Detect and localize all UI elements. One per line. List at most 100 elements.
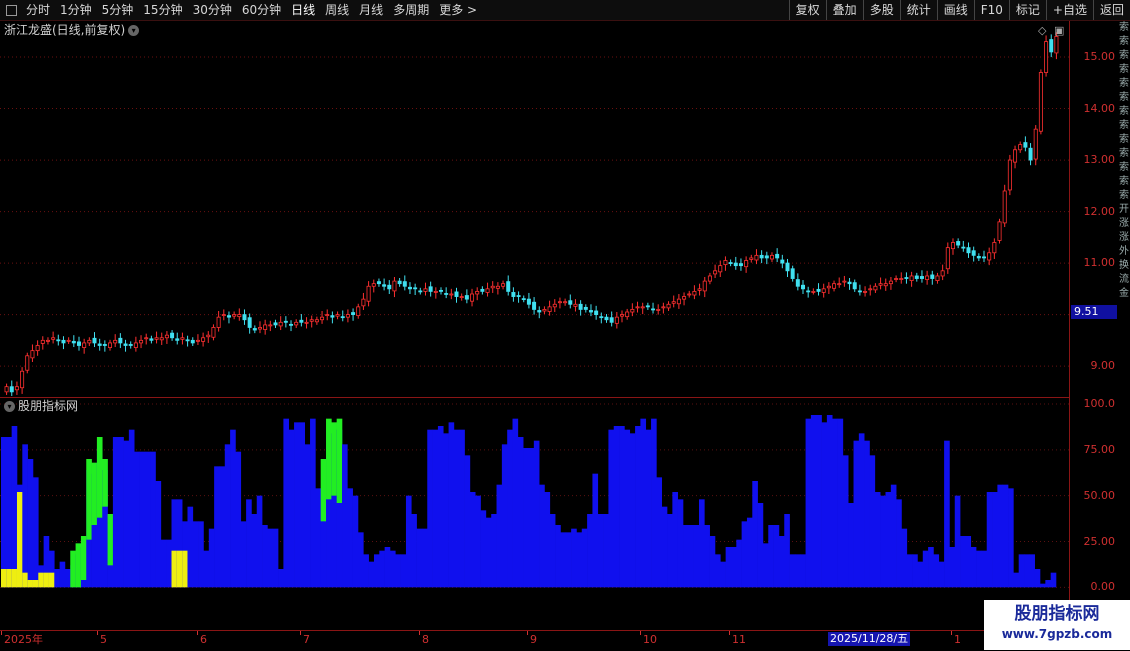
indicator-bar-yellow bbox=[27, 580, 34, 588]
candle-body bbox=[620, 314, 625, 317]
candle-body bbox=[785, 262, 790, 272]
indicator-bar-blue bbox=[778, 536, 785, 588]
candle-body bbox=[61, 339, 66, 344]
diamond-icon[interactable]: ◇ bbox=[1038, 24, 1046, 37]
toolbar-button-2[interactable]: 多股 bbox=[862, 0, 900, 20]
candle-body bbox=[516, 295, 521, 297]
layout-toggle-icon[interactable] bbox=[6, 4, 17, 16]
indicator-bar-blue bbox=[469, 492, 476, 588]
period-tab-1[interactable]: 1分钟 bbox=[55, 0, 97, 20]
window-icon[interactable]: ▣ bbox=[1054, 24, 1064, 37]
period-tab-4[interactable]: 30分钟 bbox=[188, 0, 237, 20]
toolbar-button-6[interactable]: 标记 bbox=[1008, 0, 1046, 20]
period-tab-5[interactable]: 60分钟 bbox=[237, 0, 286, 20]
candle-body bbox=[175, 338, 180, 341]
candle-body bbox=[811, 291, 816, 293]
price-y-axis: 15.0014.0013.0012.0011.0010.009.00100.07… bbox=[1071, 21, 1119, 630]
indicator-bar-blue bbox=[32, 477, 39, 588]
indicator-bar-blue bbox=[565, 532, 572, 588]
candle-body bbox=[128, 344, 133, 346]
indicator-bar-blue bbox=[379, 550, 385, 588]
indicator-bar-chart[interactable] bbox=[0, 398, 1069, 630]
indicator-bar-blue bbox=[922, 550, 929, 588]
indicator-bar-yellow bbox=[22, 572, 28, 588]
chevron-down-icon[interactable]: ▾ bbox=[4, 401, 15, 412]
side-strip-glyph: 开 bbox=[1119, 204, 1129, 215]
indicator-bar-blue bbox=[640, 418, 647, 588]
candle-body bbox=[832, 283, 837, 289]
indicator-bar-green bbox=[102, 459, 108, 507]
indicator-bar-blue bbox=[389, 550, 396, 588]
period-tab-7[interactable]: 周线 bbox=[320, 0, 354, 20]
candle-body bbox=[671, 301, 676, 304]
indicator-bar-yellow bbox=[38, 572, 44, 588]
candle-body bbox=[480, 288, 485, 292]
indicator-bar-blue bbox=[656, 477, 663, 588]
period-tab-3[interactable]: 15分钟 bbox=[138, 0, 187, 20]
candle-body bbox=[1013, 149, 1018, 163]
indicator-bar-green bbox=[107, 514, 114, 566]
price-tick-label: 12.00 bbox=[1083, 204, 1116, 218]
indicator-bar-blue bbox=[699, 499, 705, 588]
indicator-bar-blue bbox=[6, 437, 12, 588]
indicator-bar-blue bbox=[459, 429, 465, 588]
toolbar-button-1[interactable]: 叠加 bbox=[825, 0, 863, 20]
indicator-bar-blue bbox=[267, 528, 274, 588]
toolbar-button-7[interactable]: +自选 bbox=[1045, 0, 1093, 20]
candlestick-chart[interactable] bbox=[0, 21, 1069, 397]
indicator-bar-blue bbox=[437, 426, 444, 588]
candle-body bbox=[501, 283, 506, 287]
candle-body bbox=[304, 321, 309, 324]
period-tab-0[interactable]: 分时 bbox=[21, 0, 55, 20]
selected-date-label: 2025/11/28/五 bbox=[828, 632, 911, 646]
candle-body bbox=[1033, 128, 1038, 160]
candle-body bbox=[470, 293, 475, 302]
toolbar-button-8[interactable]: 返回 bbox=[1092, 0, 1130, 20]
indicator-panel[interactable] bbox=[0, 398, 1070, 630]
side-strip-glyph: 索 bbox=[1119, 106, 1129, 117]
side-strip-glyph: 索 bbox=[1119, 50, 1129, 61]
indicator-bar-blue bbox=[693, 525, 700, 588]
date-tick-mark bbox=[97, 631, 98, 635]
price-chart-panel[interactable] bbox=[0, 21, 1070, 398]
indicator-bar-blue bbox=[294, 422, 300, 588]
candle-body bbox=[1007, 159, 1012, 191]
candle-body bbox=[464, 295, 469, 300]
date-x-axis: 2025/11/28/五 2025年 5 6 7 8 9 10 11 1 bbox=[0, 630, 1130, 651]
candle-body bbox=[45, 339, 50, 342]
indicator-bar-blue bbox=[810, 415, 817, 588]
candle-body bbox=[511, 292, 516, 297]
period-tab-8[interactable]: 月线 bbox=[354, 0, 388, 20]
indicator-bar-blue bbox=[624, 429, 631, 588]
indicator-bar-blue bbox=[544, 492, 551, 588]
period-tab-2[interactable]: 5分钟 bbox=[97, 0, 139, 20]
indicator-bar-blue bbox=[773, 525, 780, 588]
period-tab-9[interactable]: 多周期 bbox=[388, 0, 434, 20]
candle-body bbox=[268, 324, 273, 327]
candle-body bbox=[676, 298, 681, 305]
period-tab-10[interactable]: 更多 > bbox=[434, 0, 482, 20]
indicator-bar-blue bbox=[555, 525, 561, 588]
candle-body bbox=[749, 257, 754, 260]
candle-body bbox=[780, 259, 785, 264]
chevron-down-icon[interactable]: ▾ bbox=[128, 25, 140, 36]
toolbar-button-5[interactable]: F10 bbox=[973, 0, 1009, 20]
candle-body bbox=[935, 275, 940, 281]
candle-body bbox=[325, 314, 330, 316]
toolbar-button-0[interactable]: 复权 bbox=[788, 0, 826, 20]
candle-body bbox=[495, 285, 500, 289]
toolbar-button-3[interactable]: 统计 bbox=[899, 0, 937, 20]
toolbar-button-4[interactable]: 画线 bbox=[936, 0, 974, 20]
candle-body bbox=[371, 283, 376, 287]
side-strip-glyph: 索 bbox=[1119, 92, 1129, 103]
date-tick-label: 2025年 bbox=[4, 633, 43, 646]
candle-body bbox=[625, 311, 630, 318]
indicator-bar-green bbox=[75, 543, 82, 588]
candle-body bbox=[578, 303, 583, 310]
indicator-tick-label: 75.00 bbox=[1083, 442, 1116, 456]
indicator-bar-blue bbox=[251, 514, 258, 588]
candle-body bbox=[635, 306, 640, 309]
indicator-bar-blue bbox=[757, 503, 764, 588]
period-tab-6[interactable]: 日线 bbox=[286, 0, 320, 20]
date-tick-mark bbox=[729, 631, 730, 635]
